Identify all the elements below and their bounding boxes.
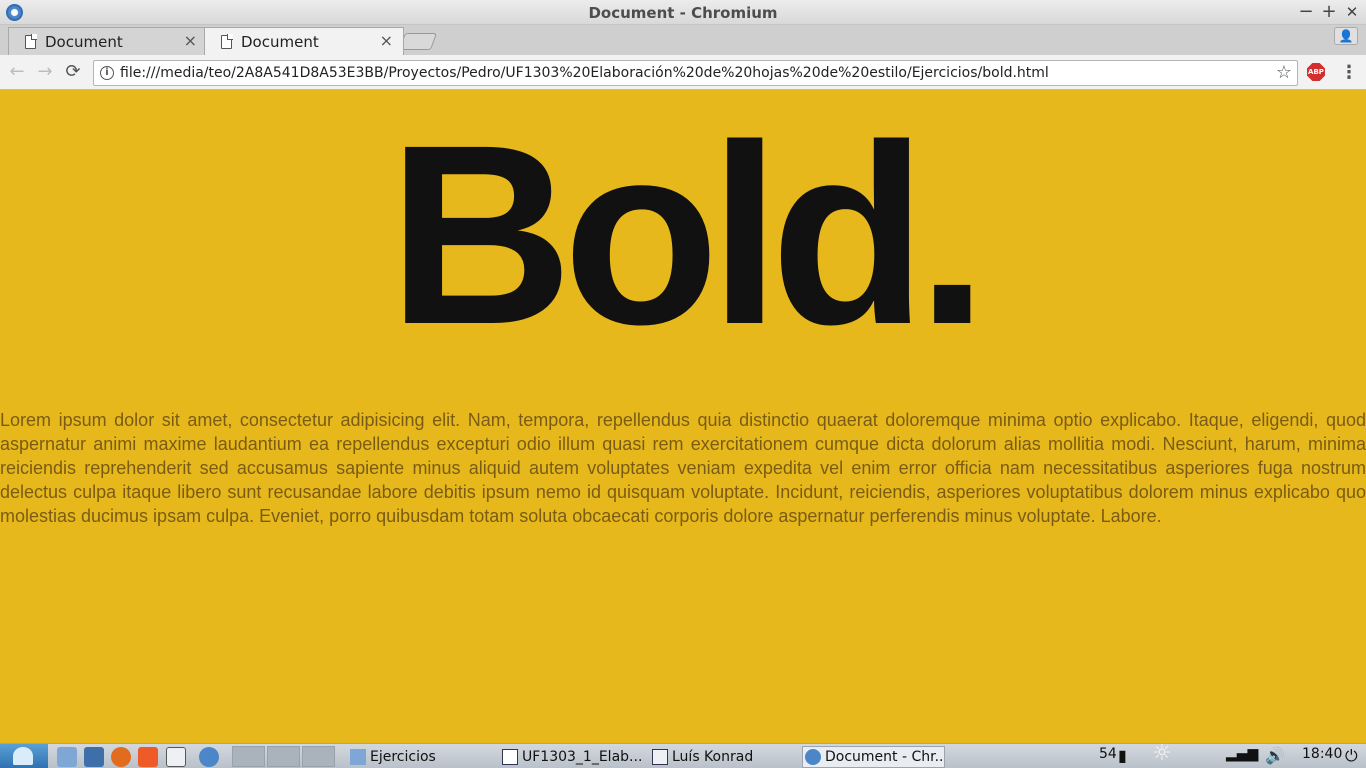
window-titlebar: Document - Chromium − + ✕ (0, 0, 1366, 25)
workspace-3[interactable] (302, 746, 335, 767)
task-label: Document - Chr... (825, 749, 945, 765)
close-tab-icon[interactable]: × (380, 31, 393, 50)
taskbar-item-ejercicios[interactable]: Ejercicios (348, 746, 496, 768)
forward-button[interactable]: → (34, 61, 56, 83)
bookmark-star-icon[interactable]: ☆ (1276, 62, 1292, 83)
file-manager-icon[interactable] (57, 747, 77, 767)
taskbar-item-chromium[interactable]: Document - Chr... (802, 746, 945, 768)
power-icon[interactable]: ⏻ (1345, 746, 1358, 766)
reload-button[interactable]: ⟳ (62, 61, 84, 83)
document-icon (502, 749, 518, 765)
brave-icon[interactable] (138, 747, 158, 767)
folder-icon (350, 749, 366, 765)
taskbar-item-luis-konrad[interactable]: Luís Konrad (650, 746, 798, 768)
task-label: Ejercicios (370, 749, 436, 765)
window-title: Document - Chromium (588, 4, 778, 22)
task-label: Luís Konrad (672, 749, 754, 765)
workspace-1[interactable] (232, 746, 265, 767)
window-icon (652, 749, 668, 765)
clock: 18:40 (1302, 746, 1343, 762)
close-tab-icon[interactable]: × (184, 31, 197, 50)
menu-icon[interactable]: ⋮ (1340, 62, 1358, 83)
window-icon[interactable] (166, 747, 186, 767)
chromium-icon (805, 749, 821, 765)
start-menu-button[interactable] (0, 744, 48, 768)
workspace-2[interactable] (267, 746, 300, 767)
close-window-button[interactable]: ✕ (1342, 2, 1362, 22)
new-tab-button[interactable] (398, 33, 438, 50)
shield-icon[interactable] (84, 747, 104, 767)
document-icon (221, 35, 232, 49)
url-text[interactable]: file:///media/teo/2A8A541D8A53E3BB/Proye… (120, 65, 1049, 81)
page-content: Bold. Lorem ipsum dolor sit amet, consec… (0, 91, 1366, 743)
taskbar: Ejercicios UF1303_1_Elab... Luís Konrad … (0, 741, 1366, 768)
maximize-button[interactable]: + (1319, 2, 1339, 22)
task-label: UF1303_1_Elab... (522, 749, 643, 765)
battery-icon[interactable]: ▮ (1118, 746, 1127, 765)
brightness-icon[interactable]: ☼ (1152, 741, 1172, 766)
page-paragraph: Lorem ipsum dolor sit amet, consectetur … (0, 410, 1366, 526)
tab-label: Document (45, 33, 123, 51)
page-heading: Bold. (388, 92, 988, 378)
profile-icon[interactable]: 👤 (1334, 27, 1358, 45)
back-button[interactable]: ← (6, 61, 28, 83)
battery-level: 54 (1099, 746, 1117, 762)
volume-icon[interactable]: 🔊 (1265, 746, 1285, 765)
adblock-plus-icon[interactable]: ABP (1307, 63, 1325, 81)
tab-document-2[interactable]: Document × (204, 27, 404, 55)
network-signal-icon[interactable]: ▂▄▆ (1226, 746, 1258, 762)
minimize-button[interactable]: − (1296, 2, 1316, 22)
info-icon[interactable]: i (100, 66, 114, 80)
tab-strip: Document × Document × 👤 (0, 25, 1366, 55)
document-icon (25, 35, 36, 49)
browser-toolbar: ← → ⟳ i file:///media/teo/2A8A541D8A53E3… (0, 55, 1366, 90)
tab-label: Document (241, 33, 319, 51)
chromium-icon[interactable] (199, 747, 219, 767)
address-bar[interactable]: i file:///media/teo/2A8A541D8A53E3BB/Pro… (93, 60, 1298, 86)
tab-document-1[interactable]: Document × (8, 27, 208, 55)
taskbar-item-document[interactable]: UF1303_1_Elab... (500, 746, 648, 768)
firefox-icon[interactable] (111, 747, 131, 767)
